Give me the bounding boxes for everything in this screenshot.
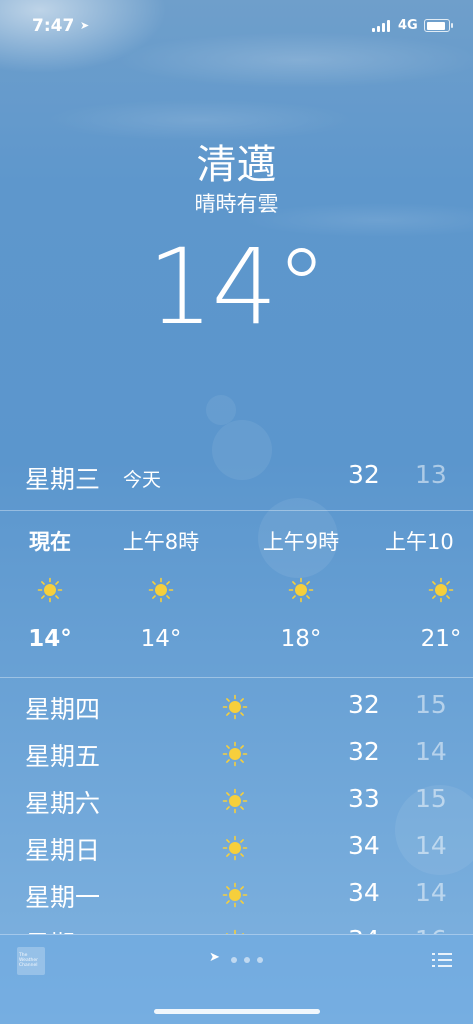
home-indicator[interactable] bbox=[154, 1009, 320, 1014]
day-high: 34 bbox=[348, 831, 380, 860]
page-dot bbox=[244, 957, 250, 963]
daily-row: 星期日 34 14 bbox=[0, 825, 473, 872]
today-tag: 今天 bbox=[123, 469, 162, 491]
hour-temp: 14° bbox=[28, 626, 72, 652]
location-arrow-icon: ➤ bbox=[209, 950, 220, 965]
day-high: 32 bbox=[348, 737, 380, 766]
hour-label: 現在 bbox=[29, 530, 71, 554]
day-low: 15 bbox=[415, 784, 447, 813]
weather-condition: 晴時有雲 bbox=[194, 192, 279, 216]
daily-row: 星期五 32 14 bbox=[0, 731, 473, 778]
hour-label: 上午9時 bbox=[262, 530, 340, 554]
day-name: 星期日 bbox=[25, 836, 101, 865]
sun-icon bbox=[428, 577, 454, 603]
hour-temp: 18° bbox=[280, 626, 322, 652]
day-low: 16 bbox=[415, 925, 447, 934]
hour-label: 上午8時 bbox=[122, 530, 200, 554]
sun-icon bbox=[222, 694, 248, 720]
day-low: 14 bbox=[415, 878, 447, 907]
divider bbox=[0, 510, 473, 511]
current-temperature: 14° bbox=[147, 226, 327, 348]
hour-temp: 21° bbox=[420, 626, 462, 652]
day-high: 33 bbox=[348, 784, 380, 813]
hour-temp: 14° bbox=[140, 626, 182, 652]
day-name: 星期一 bbox=[25, 883, 101, 912]
hourly-item: 上午9時 18° bbox=[241, 512, 361, 678]
sun-icon bbox=[222, 741, 248, 767]
location-arrow-icon: ➤ bbox=[80, 19, 90, 32]
day-name: 星期二 bbox=[25, 925, 100, 934]
sun-icon bbox=[222, 835, 248, 861]
daily-row: 星期六 33 15 bbox=[0, 778, 473, 825]
day-low: 14 bbox=[415, 737, 447, 766]
status-bar: 7:47 ➤ 4G bbox=[0, 0, 473, 50]
today-low: 13 bbox=[415, 460, 447, 489]
status-time: 7:47 bbox=[32, 16, 75, 36]
daily-forecast[interactable]: 星期四 32 15 星期五 32 14 星期六 33 15 星期日 34 14 … bbox=[0, 684, 473, 934]
city-name: 清邁 bbox=[196, 142, 277, 188]
day-low: 15 bbox=[415, 690, 447, 719]
today-day: 星期三 bbox=[25, 465, 101, 494]
hourly-item: 上午8時 14° bbox=[101, 512, 221, 678]
sun-icon bbox=[37, 577, 63, 603]
hour-label: 上午10 bbox=[385, 530, 454, 554]
sun-icon bbox=[222, 788, 248, 814]
day-high: 34 bbox=[348, 925, 380, 934]
sun-icon bbox=[222, 882, 248, 908]
day-name: 星期五 bbox=[25, 742, 101, 771]
battery-icon bbox=[424, 19, 453, 32]
page-dot bbox=[257, 957, 263, 963]
day-low: 14 bbox=[415, 831, 447, 860]
hourly-forecast[interactable]: 現在 14° 上午8時 14° 上午9時 18° 上午10 21° bbox=[0, 512, 473, 678]
daily-row: 星期二 34 16 bbox=[0, 919, 473, 934]
hourly-item: 現在 14° bbox=[0, 512, 110, 678]
divider bbox=[0, 677, 473, 678]
network-type: 4G bbox=[398, 18, 418, 33]
weather-channel-logo[interactable]: The Weather Channel bbox=[17, 947, 45, 975]
daily-row: 星期四 32 15 bbox=[0, 684, 473, 731]
day-name: 星期六 bbox=[25, 789, 101, 818]
daily-row: 星期一 34 14 bbox=[0, 872, 473, 919]
today-summary-row: 星期三 今天 32 13 bbox=[0, 452, 473, 498]
day-high: 32 bbox=[348, 690, 380, 719]
page-dot bbox=[231, 957, 237, 963]
day-high: 34 bbox=[348, 878, 380, 907]
city-list-icon[interactable] bbox=[432, 952, 452, 968]
day-name: 星期四 bbox=[25, 695, 101, 724]
sun-icon bbox=[288, 577, 314, 603]
today-high: 32 bbox=[348, 460, 380, 489]
hourly-item: 上午10 21° bbox=[381, 512, 473, 678]
signal-icon bbox=[372, 20, 392, 32]
sun-icon bbox=[148, 577, 174, 603]
